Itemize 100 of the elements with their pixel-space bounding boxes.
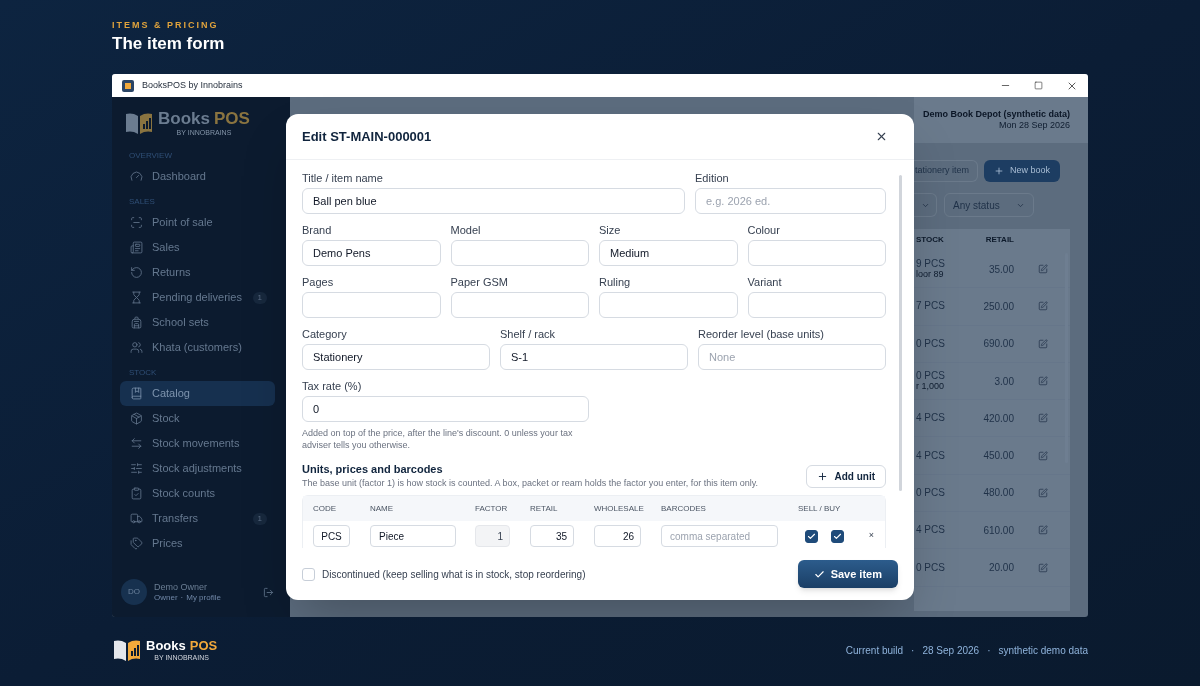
nav-label: Pending deliveries [152, 290, 242, 306]
column-header: SELL / BUY [798, 502, 842, 515]
nav-item[interactable]: Stock movements [120, 431, 275, 456]
input-field[interactable]: Demo Pens [302, 240, 441, 266]
input-field[interactable]: Ball pen blue [302, 188, 685, 214]
edit-button[interactable] [1038, 264, 1050, 275]
input-field[interactable] [747, 240, 886, 266]
input-field[interactable]: None [698, 344, 886, 370]
input-field[interactable] [302, 292, 441, 318]
logo-name: Books [158, 109, 210, 127]
edit-button[interactable] [1038, 413, 1050, 424]
box-icon [130, 412, 143, 425]
user-name: Demo Owner [154, 581, 208, 593]
footer-meta: synthetic demo data [998, 643, 1088, 658]
column-header: RETAIL [530, 502, 559, 515]
input-field[interactable]: Stationery [302, 344, 490, 370]
page-title: The item form [112, 33, 226, 55]
separator-dot: · [180, 592, 184, 603]
new-book-button[interactable]: New book [984, 160, 1061, 182]
checkbox-label: Discontinued (keep selling what is in stock, stop reordering) [322, 567, 586, 582]
field-label: Paper GSM [450, 275, 509, 289]
edit-icon [1038, 376, 1048, 387]
checkbox[interactable] [805, 529, 818, 543]
check-icon [813, 568, 825, 580]
edit-button[interactable] [1038, 338, 1050, 349]
nav-label: School sets [152, 315, 209, 331]
table-cell-text: 4 PCS [916, 450, 946, 461]
check-icon [833, 531, 842, 541]
edit-icon [1038, 413, 1048, 424]
logout-button[interactable] [263, 586, 274, 598]
input-field[interactable]: comma separated [661, 525, 778, 547]
close-icon [875, 130, 888, 143]
edit-button[interactable] [1038, 525, 1050, 536]
nav-item[interactable]: Stock counts [120, 481, 275, 506]
input-field[interactable]: e.g. 2026 ed. [695, 188, 886, 214]
undo-icon [130, 266, 143, 279]
section-description: The base unit (factor 1) is how stock is counted. A box, packet or ream holds the factor you enter, for this item only. [302, 477, 759, 489]
clipboard-icon [130, 487, 143, 500]
edit-button[interactable] [1038, 562, 1050, 573]
add-unit-button[interactable]: Add unit [806, 465, 886, 488]
profile-link[interactable]: My profile [186, 592, 221, 603]
nav-label: Point of sale [152, 215, 213, 231]
nav-item[interactable]: Khata (customers) [120, 335, 275, 360]
input-field[interactable] [599, 292, 738, 318]
nav-item[interactable]: Sales [120, 235, 275, 260]
remove-unit-button[interactable]: × [868, 529, 875, 543]
input-field[interactable]: 26 [594, 525, 641, 547]
input-field[interactable]: Piece [370, 525, 456, 547]
nav-item[interactable]: Catalog [120, 381, 275, 406]
close-button[interactable] [875, 130, 888, 143]
nav-label: Dashboard [152, 169, 206, 185]
table-cell-text: 480.00 [982, 486, 1014, 501]
nav-item[interactable]: Prices [120, 531, 275, 556]
field-label: Size [599, 223, 622, 237]
input-field[interactable]: 0 [302, 396, 589, 422]
checkbox[interactable] [831, 529, 844, 543]
app-icon [122, 79, 134, 92]
input-field[interactable] [747, 292, 886, 318]
nav-item[interactable]: Returns [120, 260, 275, 285]
help-text: Added on top of the price, after the line's discount. 0 unless your tax adviser tells you otherwise. [302, 427, 574, 451]
edit-button[interactable] [1038, 376, 1050, 387]
status-select[interactable]: Any status [944, 193, 1034, 217]
input-field[interactable]: Medium [599, 240, 738, 266]
nav-item[interactable]: School sets [120, 310, 275, 335]
book-icon [130, 387, 143, 400]
save-button[interactable]: Save item [797, 560, 898, 588]
store-name: Demo Book Depot (synthetic data) [923, 109, 1070, 120]
table-cell-text: 0 PCS [916, 371, 946, 382]
nav-label: Catalog [152, 386, 190, 402]
gauge-icon [130, 170, 143, 183]
table-cell-text: 0 PCS [916, 562, 946, 573]
edit-button[interactable] [1038, 450, 1050, 461]
nav-label: Returns [152, 265, 191, 281]
table-cell-text: 0 PCS [916, 487, 946, 498]
input-field[interactable] [450, 240, 589, 266]
input-field[interactable]: 35 [530, 525, 574, 547]
field-label: Brand [302, 223, 333, 237]
edit-button[interactable] [1038, 487, 1050, 498]
footer-meta: Current build [845, 643, 904, 658]
edit-icon [1038, 487, 1048, 498]
people-icon [130, 341, 143, 354]
edit-button[interactable] [1038, 301, 1050, 312]
table-cell-text: 9 PCS [916, 259, 946, 270]
input-field[interactable] [450, 292, 589, 318]
section-heading: Units, prices and barcodes [302, 463, 444, 476]
table-cell-text: loor 89 [916, 269, 945, 280]
nav-item[interactable]: Stock adjustments [120, 456, 275, 481]
maximize-icon [1034, 81, 1043, 90]
edit-icon [1038, 264, 1048, 275]
nav-item[interactable]: Dashboard [120, 164, 275, 189]
input-field[interactable]: PCS [313, 525, 350, 547]
field-label: Model [450, 223, 482, 237]
field-label: Colour [747, 223, 781, 237]
table-cell-text: 3.00 [993, 374, 1014, 389]
logo-accent: POS [213, 109, 250, 127]
column-header: FACTOR [475, 502, 509, 515]
nav-item[interactable]: Point of sale [120, 210, 275, 235]
nav-item[interactable]: Stock [120, 406, 275, 431]
edit-icon [1038, 338, 1048, 349]
input-field[interactable]: S-1 [500, 344, 688, 370]
